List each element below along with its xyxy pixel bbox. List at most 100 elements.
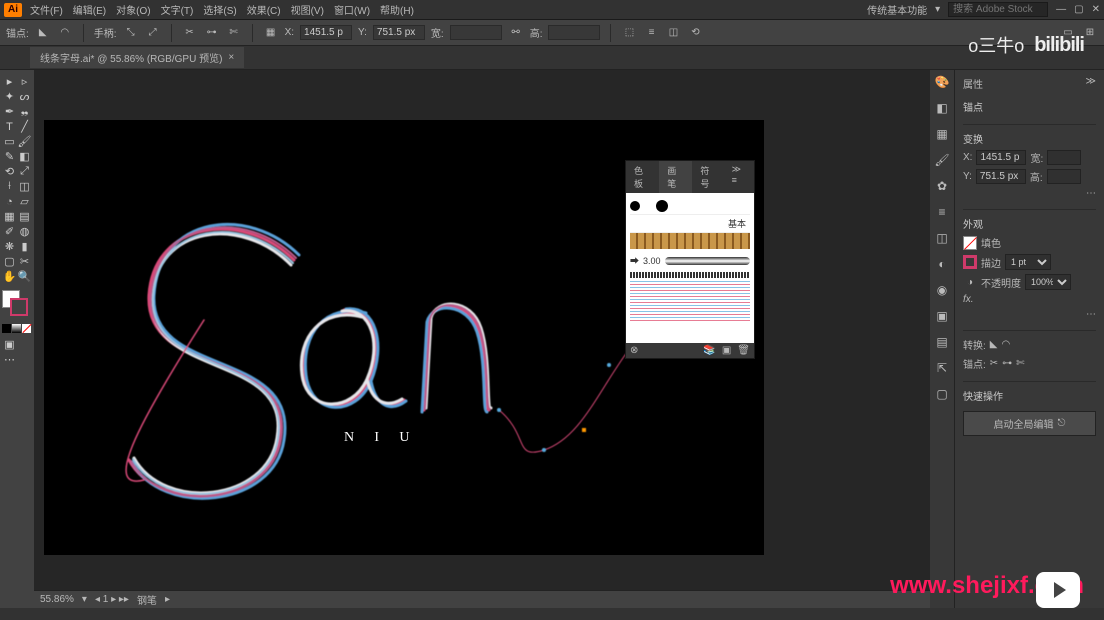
curvature-tool[interactable]: ❠ — [17, 104, 32, 119]
zoom-tool[interactable]: 🔍 — [17, 269, 32, 284]
rectangle-tool[interactable]: ▭ — [2, 134, 17, 149]
perspective-tool[interactable]: ▱ — [17, 194, 32, 209]
join-icon[interactable]: ⊶ — [204, 25, 220, 41]
doc-setup-icon[interactable]: ⊞ — [1082, 25, 1098, 41]
y-input[interactable] — [373, 25, 425, 40]
shaper-tool[interactable]: ✎ — [2, 149, 17, 164]
shape-builder-tool[interactable]: ◔ — [2, 194, 17, 209]
fx-label[interactable]: fx. — [963, 294, 974, 305]
graph-tool[interactable]: ▮ — [17, 239, 32, 254]
handle-icon-2[interactable]: ⤢ — [145, 25, 161, 41]
convert-smooth-icon[interactable]: ◠ — [57, 25, 73, 41]
menu-file[interactable]: 文件(F) — [30, 2, 63, 17]
chevron-down-icon[interactable]: ▾ — [82, 594, 87, 605]
cut-path-icon[interactable]: ✄ — [226, 25, 242, 41]
brush-item[interactable] — [630, 197, 750, 215]
tab-swatches[interactable]: 色板 — [626, 161, 659, 193]
menu-window[interactable]: 窗口(W) — [334, 2, 370, 17]
appearance-icon[interactable]: ◉ — [934, 282, 950, 298]
tab-symbols[interactable]: 符号 — [692, 161, 725, 193]
more-options-icon-2[interactable]: ⋯ — [1086, 309, 1096, 320]
w-input[interactable] — [450, 25, 502, 40]
menu-help[interactable]: 帮助(H) — [380, 2, 414, 17]
h-input[interactable] — [548, 25, 600, 40]
stroke-weight[interactable]: 1 pt — [1005, 254, 1051, 270]
transform-icon[interactable]: ⟲ — [687, 25, 703, 41]
width-tool[interactable]: ⟊ — [2, 179, 17, 194]
shape-icon[interactable]: ◫ — [665, 25, 681, 41]
scale-tool[interactable]: ⤢ — [17, 164, 32, 179]
prop-tab[interactable]: 属性 — [963, 76, 983, 91]
line-tool[interactable]: ╱ — [17, 119, 32, 134]
direct-selection-tool[interactable]: ▹ — [17, 74, 32, 89]
eyedropper-tool[interactable]: ✐ — [2, 224, 17, 239]
edit-toolbar[interactable]: ⋯ — [2, 352, 17, 367]
chevron-down-icon[interactable]: ▾ — [935, 4, 940, 15]
brush-charcoal[interactable] — [630, 272, 750, 278]
tab-brushes[interactable]: 画笔 — [659, 161, 692, 193]
mesh-tool[interactable]: ▦ — [2, 209, 17, 224]
hand-tool[interactable]: ✋ — [2, 269, 17, 284]
paintbrush-tool[interactable]: 🖌 — [17, 134, 32, 149]
convert-smooth-icon[interactable]: ◠ — [1001, 339, 1010, 350]
menu-select[interactable]: 选择(S) — [203, 2, 236, 17]
menu-edit[interactable]: 编辑(E) — [73, 2, 106, 17]
prop-x-input[interactable] — [976, 150, 1026, 165]
gradient-icon[interactable]: ◫ — [934, 230, 950, 246]
panel-collapse-icon[interactable]: ≫ — [1086, 76, 1096, 91]
stroke-swatch[interactable] — [963, 255, 977, 269]
workspace-switcher[interactable]: 传统基本功能 — [867, 2, 927, 17]
search-input[interactable] — [948, 2, 1048, 17]
gradient-tool[interactable]: ▤ — [17, 209, 32, 224]
color-panel-icon[interactable]: 🎨 — [934, 74, 950, 90]
symbol-sprayer-tool[interactable]: ❋ — [2, 239, 17, 254]
close-icon[interactable]: ✕ — [1092, 4, 1100, 15]
brush-multistroke[interactable] — [630, 281, 750, 321]
magic-wand-tool[interactable]: ✦ — [2, 89, 17, 104]
selection-tool[interactable]: ▸ — [2, 74, 17, 89]
artboards-icon[interactable]: ▢ — [934, 386, 950, 402]
minimize-icon[interactable]: — — [1056, 4, 1066, 15]
pen-tool[interactable]: ✒ — [2, 104, 17, 119]
lasso-tool[interactable]: ᔕ — [17, 89, 32, 104]
convert-corner-icon[interactable]: ◣ — [990, 339, 998, 350]
global-edit-button[interactable]: 启动全局编辑⎋ — [963, 411, 1096, 436]
color-guide-icon[interactable]: ◧ — [934, 100, 950, 116]
symbol-icon[interactable]: ✿ — [934, 178, 950, 194]
screen-mode-tool[interactable]: ▣ — [2, 337, 17, 352]
swatch-icon[interactable]: ▦ — [934, 126, 950, 142]
brushes-panel[interactable]: 色板 画笔 符号 ≫ ≡ 基本 ⮕3.00 ⊗ 📚 ▣ 🗑 — [625, 160, 755, 359]
brush-pattern[interactable] — [630, 233, 750, 249]
panel-menu-icon[interactable]: ≫ ≡ — [726, 161, 754, 193]
tab-close-icon[interactable]: × — [228, 52, 234, 63]
play-button-icon[interactable] — [1036, 572, 1080, 608]
fill-swatch[interactable] — [963, 236, 977, 250]
stroke-icon[interactable]: ≡ — [934, 204, 950, 220]
panel-btn-lib[interactable]: 📚 — [703, 345, 715, 356]
ref-point-icon[interactable]: ▦ — [263, 25, 279, 41]
brush-basic[interactable]: 基本 — [630, 215, 750, 233]
layers-icon[interactable]: ▤ — [934, 334, 950, 350]
convert-corner-icon[interactable]: ◣ — [35, 25, 51, 41]
align-icon[interactable]: ≡ — [643, 25, 659, 41]
blend-tool[interactable]: ◍ — [17, 224, 32, 239]
graphic-styles-icon[interactable]: ▣ — [934, 308, 950, 324]
rotate-tool[interactable]: ⟲ — [2, 164, 17, 179]
brush-size[interactable]: ⮕3.00 — [630, 252, 750, 269]
free-transform-tool[interactable]: ◫ — [17, 179, 32, 194]
prop-y-input[interactable] — [976, 169, 1026, 184]
remove-anchor-icon[interactable]: ✂ — [990, 358, 998, 369]
menu-view[interactable]: 视图(V) — [291, 2, 324, 17]
menu-effect[interactable]: 效果(C) — [247, 2, 281, 17]
opacity-select[interactable]: 100% — [1025, 274, 1071, 290]
slice-tool[interactable]: ✂ — [17, 254, 32, 269]
panel-btn-del[interactable]: 🗑 — [737, 345, 750, 356]
brush-icon[interactable]: 🖌 — [934, 152, 950, 168]
remove-anchor-icon[interactable]: ✂ — [182, 25, 198, 41]
type-tool[interactable]: T — [2, 119, 17, 134]
menu-object[interactable]: 对象(O) — [116, 2, 150, 17]
more-options-icon[interactable]: ⋯ — [1086, 188, 1096, 199]
panel-btn-1[interactable]: ⊗ — [630, 345, 638, 356]
transparency-icon[interactable]: ◐ — [934, 256, 950, 272]
prop-h-input[interactable] — [1047, 169, 1081, 184]
